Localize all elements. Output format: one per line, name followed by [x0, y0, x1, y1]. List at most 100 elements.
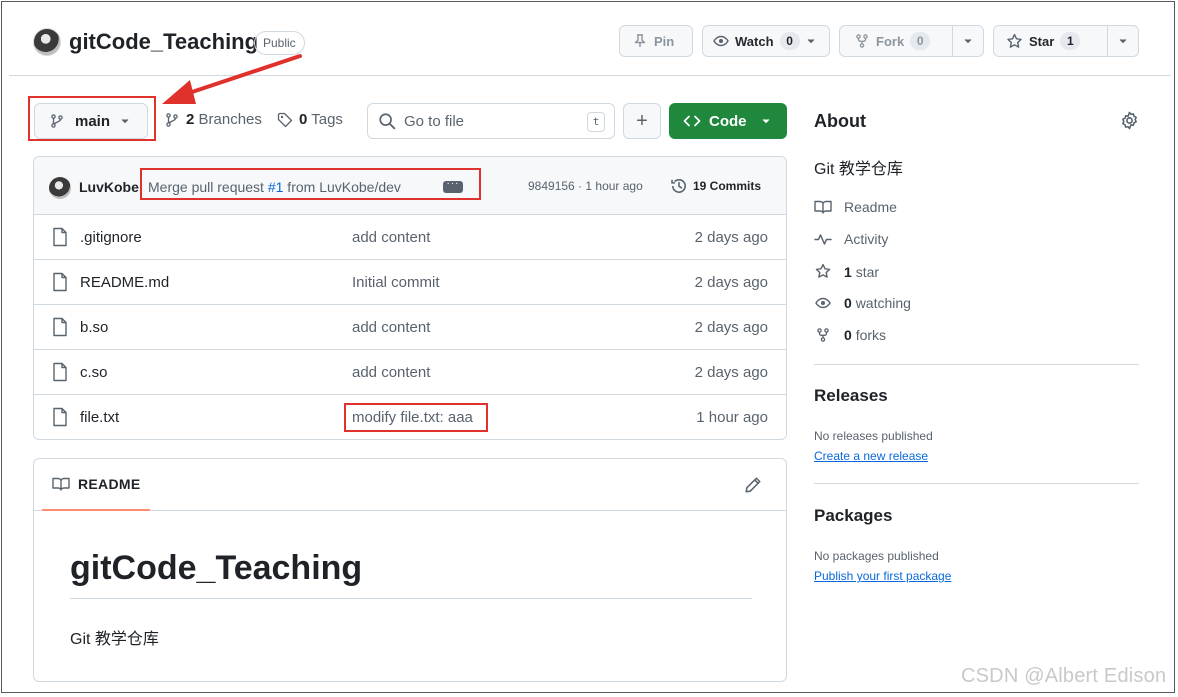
book-icon	[52, 476, 70, 492]
stars-count: 1	[844, 263, 852, 280]
branch-icon	[164, 112, 180, 128]
tags-count: 0	[299, 111, 308, 128]
watch-count: 0	[779, 32, 800, 50]
file-commit-date: 2 days ago	[694, 274, 768, 291]
releases-empty-text: No releases published	[814, 429, 933, 443]
star-button-group: Star 1	[993, 25, 1139, 57]
file-name[interactable]: .gitignore	[80, 229, 142, 246]
file-name[interactable]: README.md	[80, 274, 169, 291]
publish-package-link[interactable]: Publish your first package	[814, 569, 951, 583]
star-icon	[814, 263, 832, 280]
readme-title: gitCode_Teaching	[70, 549, 752, 599]
tag-icon	[277, 112, 293, 128]
chevron-down-icon	[1118, 36, 1128, 46]
readme-tab-label: README	[78, 476, 141, 492]
file-commit-date: 1 hour ago	[696, 409, 768, 426]
fork-count: 0	[910, 32, 931, 50]
code-icon	[683, 113, 701, 129]
file-icon	[52, 227, 68, 247]
readme-body: Git 教学仓库	[70, 631, 159, 648]
chevron-down-icon	[963, 36, 973, 46]
fork-label: Fork	[876, 33, 905, 49]
forks-link[interactable]: 0 forks	[814, 327, 886, 343]
star-count: 1	[1060, 32, 1081, 50]
file-icon	[52, 317, 68, 337]
pulse-icon	[814, 231, 832, 247]
file-row[interactable]: b.so add content 2 days ago	[34, 305, 786, 350]
star-icon	[1006, 33, 1023, 50]
commit-author[interactable]: LuvKobe	[79, 179, 139, 195]
readme-header: README	[34, 459, 786, 511]
star-label: Star	[1029, 33, 1055, 49]
file-commit-date: 2 days ago	[694, 364, 768, 381]
sidebar-divider	[814, 483, 1139, 484]
commit-sha-time[interactable]: 9849156 · 1 hour ago	[528, 179, 643, 193]
pin-icon	[632, 33, 648, 49]
search-icon	[378, 112, 396, 130]
fork-button[interactable]: Fork 0	[840, 26, 940, 56]
file-icon	[52, 407, 68, 427]
branches-link[interactable]: 2 Branches	[164, 111, 262, 128]
stars-link[interactable]: 1 star	[814, 263, 879, 280]
tags-link[interactable]: 0 Tags	[277, 111, 343, 128]
fork-icon	[814, 327, 832, 343]
star-button[interactable]: Star 1	[994, 26, 1090, 56]
chevron-down-icon	[761, 116, 771, 126]
readme-tab[interactable]: README	[42, 459, 150, 511]
readme-link[interactable]: Readme	[814, 199, 897, 215]
stars-label: star	[855, 263, 880, 280]
file-name[interactable]: b.so	[80, 319, 108, 336]
pin-label: Pin	[654, 33, 675, 49]
commit-author-avatar[interactable]	[49, 177, 71, 199]
readme-link-label: Readme	[844, 199, 897, 215]
owner-avatar[interactable]	[33, 28, 61, 56]
file-commit-date: 2 days ago	[694, 229, 768, 246]
fork-icon	[854, 33, 870, 49]
watching-label: watching	[855, 295, 911, 311]
watch-button[interactable]: Watch 0	[702, 25, 830, 57]
pin-button[interactable]: Pin	[619, 25, 693, 57]
file-icon	[52, 272, 68, 292]
tags-label: Tags	[311, 111, 343, 128]
annotation-box-branch	[28, 96, 156, 141]
watch-label: Watch	[735, 33, 774, 49]
watching-link[interactable]: 0 watching	[814, 295, 911, 311]
go-to-file-input[interactable]: Go to file t	[367, 103, 615, 139]
code-label: Code	[709, 112, 747, 130]
pencil-icon[interactable]	[744, 476, 762, 494]
branches-label: Branches	[198, 111, 262, 128]
file-name[interactable]: c.so	[80, 364, 108, 381]
gear-icon[interactable]	[1120, 111, 1139, 130]
commits-link[interactable]: 19 Commits	[670, 177, 761, 195]
chevron-down-icon	[806, 36, 816, 46]
forks-label: forks	[855, 327, 887, 343]
fork-dropdown[interactable]	[952, 26, 983, 56]
file-row[interactable]: README.md Initial commit 2 days ago	[34, 260, 786, 305]
file-row[interactable]: c.so add content 2 days ago	[34, 350, 786, 395]
repo-description: Git 教学仓库	[814, 161, 903, 178]
file-icon	[52, 362, 68, 382]
book-icon	[814, 199, 832, 215]
annotation-box-file-message	[344, 403, 488, 432]
keyboard-shortcut-hint: t	[587, 112, 605, 132]
file-name[interactable]: file.txt	[80, 409, 119, 426]
activity-link[interactable]: Activity	[814, 231, 888, 247]
activity-link-label: Activity	[844, 231, 889, 247]
file-commit-message[interactable]: add content	[352, 364, 430, 381]
go-to-file-placeholder: Go to file	[404, 112, 465, 130]
star-dropdown[interactable]	[1107, 26, 1138, 56]
annotation-arrow	[162, 54, 302, 104]
file-commit-message[interactable]: add content	[352, 229, 430, 246]
file-commit-message[interactable]: Initial commit	[352, 274, 440, 291]
eye-icon	[814, 295, 832, 311]
watermark: CSDN @Albert Edison	[961, 665, 1167, 687]
code-button[interactable]: Code	[669, 103, 787, 139]
file-commit-message[interactable]: add content	[352, 319, 430, 336]
create-release-link[interactable]: Create a new release	[814, 449, 928, 463]
packages-heading[interactable]: Packages	[814, 506, 892, 526]
file-row[interactable]: .gitignore add content 2 days ago	[34, 215, 786, 260]
eye-icon	[713, 33, 729, 49]
add-file-button[interactable]: +	[623, 103, 661, 139]
releases-heading[interactable]: Releases	[814, 386, 888, 406]
watching-count: 0	[844, 295, 852, 311]
